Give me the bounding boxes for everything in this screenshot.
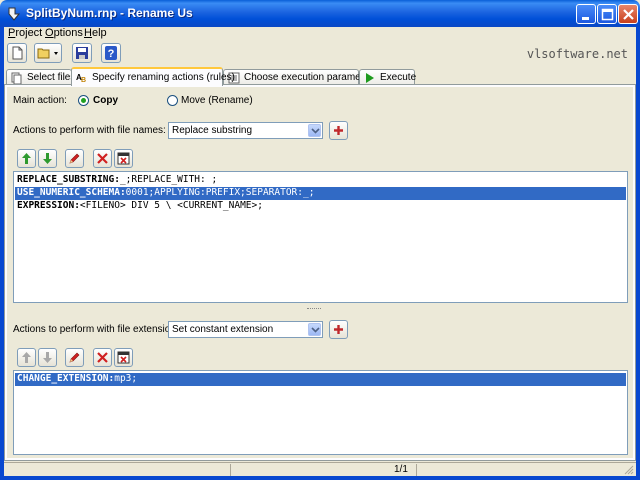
tab-execution-parameters[interactable]: Choose execution parameters [223, 69, 377, 85]
window-title: SplitByNum.rnp - Rename Us [26, 6, 193, 20]
move-radio[interactable] [167, 95, 178, 106]
toolbar: ? vlsoftware.net [4, 41, 636, 67]
app-icon [8, 7, 21, 21]
copy-radio-label[interactable]: Copy [93, 95, 118, 106]
status-divider [416, 464, 417, 476]
move-down-button[interactable] [38, 149, 57, 168]
svg-text:?: ? [108, 48, 115, 60]
delete-extension-action-button[interactable] [93, 348, 112, 367]
new-project-button[interactable] [7, 43, 27, 63]
panel-splitter[interactable] [7, 307, 633, 312]
maximize-button[interactable] [597, 4, 617, 24]
move-up-button-disabled[interactable] [17, 348, 36, 367]
maximize-icon [601, 8, 614, 21]
save-button[interactable] [72, 43, 92, 63]
status-bar: 1/1 [4, 462, 636, 476]
list-item[interactable]: EXPRESSION:<FILENO> DIV 5 \ <CURRENT_NAM… [15, 200, 626, 213]
edit-extension-action-button[interactable] [65, 348, 84, 367]
arrow-down-icon [43, 153, 52, 164]
tab-renaming-actions[interactable]: AB Specify renaming actions (rules) [71, 67, 235, 86]
clear-extension-actions-button[interactable] [114, 348, 133, 367]
list-item-selected[interactable]: USE_NUMERIC_SCHEMA:0001;APPLYING:PREFIX;… [15, 187, 626, 200]
arrow-up-icon [22, 153, 31, 164]
rename-ab-icon: AB [76, 73, 86, 83]
file-extensions-label: Actions to perform with file extensions: [13, 324, 184, 335]
svg-text:B: B [81, 77, 86, 83]
add-name-action-button[interactable] [329, 121, 348, 140]
title-bar: SplitByNum.rnp - Rename Us [0, 0, 640, 27]
tab-strip: Select files AB Specify renaming actions… [4, 67, 636, 86]
edit-action-button[interactable] [65, 149, 84, 168]
file-extensions-action-select[interactable]: Set constant extension [168, 321, 323, 338]
chevron-down-icon [311, 128, 320, 134]
files-icon [11, 72, 22, 84]
minimize-icon [582, 17, 589, 20]
delete-action-button[interactable] [93, 149, 112, 168]
plus-icon [334, 126, 343, 135]
clear-list-icon [117, 351, 130, 364]
resize-grip-icon[interactable] [624, 465, 634, 475]
arrow-up-icon [22, 352, 31, 363]
minimize-button[interactable] [576, 4, 596, 24]
open-folder-icon [37, 48, 58, 59]
help-button[interactable]: ? [101, 43, 121, 63]
menu-options[interactable]: Options [45, 27, 83, 39]
delete-x-icon [97, 153, 108, 164]
status-divider [230, 464, 231, 476]
file-names-actions-list[interactable]: REPLACE_SUBSTRING:_;REPLACE_WITH: ; USE_… [13, 171, 628, 303]
delete-x-icon [97, 352, 108, 363]
pencil-icon [69, 352, 80, 363]
list-item-selected[interactable]: CHANGE_EXTENSION:mp3; [15, 373, 626, 386]
dropdown-button[interactable] [308, 323, 321, 336]
dropdown-button[interactable] [308, 124, 321, 137]
page-indicator: 1/1 [394, 464, 408, 475]
brand-label: vlsoftware.net [526, 47, 628, 61]
plus-icon [334, 325, 343, 334]
move-up-button[interactable] [17, 149, 36, 168]
move-down-button-disabled[interactable] [38, 348, 57, 367]
menu-help[interactable]: Help [84, 27, 107, 39]
list-item[interactable]: REPLACE_SUBSTRING:_;REPLACE_WITH: ; [15, 174, 626, 187]
add-extension-action-button[interactable] [329, 320, 348, 339]
main-action-label: Main action: [13, 95, 67, 106]
file-extensions-actions-list[interactable]: CHANGE_EXTENSION:mp3; [13, 370, 628, 455]
close-button[interactable] [618, 4, 638, 24]
window-frame-bottom [0, 476, 640, 480]
menu-project[interactable]: Project [8, 27, 42, 39]
renaming-actions-panel: Main action: Copy Move (Rename) Actions … [4, 84, 636, 461]
window-frame-right [636, 27, 640, 480]
help-icon: ? [105, 46, 117, 60]
clear-list-icon [117, 152, 130, 165]
open-project-button[interactable] [34, 43, 62, 63]
move-radio-label[interactable]: Move (Rename) [181, 95, 253, 106]
new-file-icon [12, 46, 23, 60]
arrow-down-icon [43, 352, 52, 363]
close-icon [623, 9, 634, 20]
play-icon [366, 73, 374, 83]
tab-execute[interactable]: Execute [359, 69, 416, 85]
tab-select-files[interactable]: Select files [6, 69, 75, 85]
chevron-down-icon [311, 327, 320, 333]
menu-bar: Project Options Help [4, 27, 636, 41]
clear-actions-button[interactable] [114, 149, 133, 168]
copy-radio[interactable] [78, 95, 89, 106]
pencil-icon [69, 153, 80, 164]
file-names-label: Actions to perform with file names: [13, 125, 166, 136]
file-names-action-select[interactable]: Replace substring [168, 122, 323, 139]
save-icon [76, 47, 88, 59]
